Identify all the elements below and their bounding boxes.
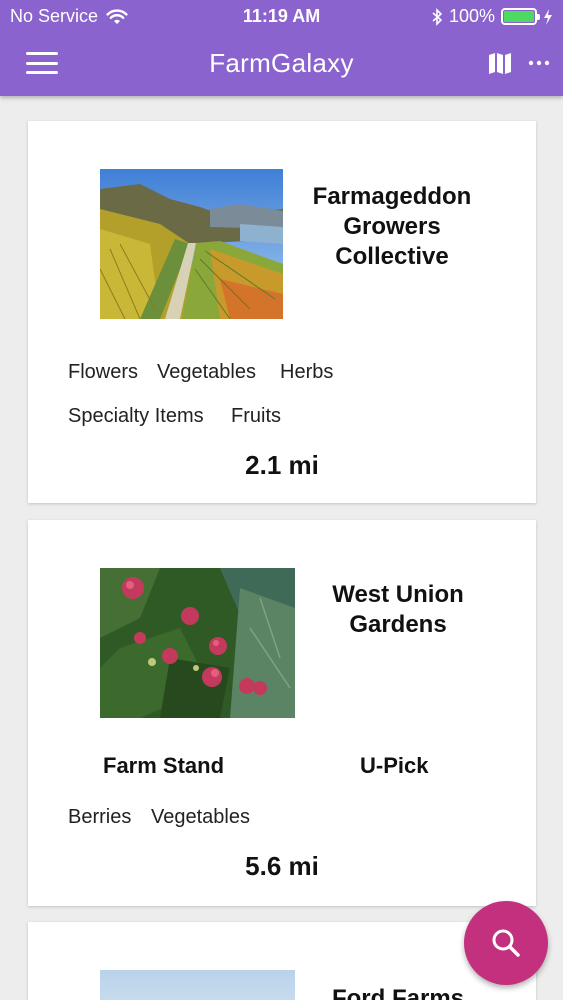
- farm-distance: 5.6 mi: [245, 851, 319, 881]
- farm-name-line: Gardens: [349, 611, 447, 638]
- farm-photo: [100, 568, 295, 718]
- battery-percent: 100%: [448, 6, 495, 26]
- farm-name-line: West Union: [332, 581, 464, 608]
- product-tag: Flowers: [68, 361, 139, 383]
- search-icon: [492, 929, 520, 957]
- app-header: No Service 11:19 AM 100% FarmGalaxy: [0, 0, 563, 96]
- product-tag: Fruits: [231, 405, 281, 427]
- farm-name-line: Farmageddon: [312, 183, 472, 210]
- farm-name-line: Collective: [335, 243, 449, 270]
- product-tag: Berries: [68, 806, 132, 828]
- battery-fill: [504, 11, 534, 22]
- farm-name: Ford Farms: [308, 984, 488, 1000]
- product-tag: Vegetables: [151, 806, 250, 828]
- more-icon[interactable]: [526, 50, 552, 76]
- search-button[interactable]: [464, 901, 548, 985]
- farm-card[interactable]: Farmageddon Growers Collective Flowers V…: [28, 121, 536, 503]
- farm-card[interactable]: Ford Farms: [28, 922, 536, 1000]
- farm-name-line: Growers: [343, 213, 441, 240]
- feature-label: Farm Stand: [103, 753, 225, 778]
- farm-photo: [100, 169, 283, 319]
- battery-icon: [501, 8, 540, 25]
- farm-distance: 2.1 mi: [245, 450, 319, 480]
- farm-card[interactable]: West Union Gardens Farm Stand U-Pick Ber…: [28, 520, 536, 906]
- status-bar: No Service 11:19 AM 100%: [0, 0, 563, 32]
- farm-photo: [100, 970, 295, 1000]
- app-bar: FarmGalaxy: [0, 32, 563, 96]
- product-tag: Specialty Items: [68, 405, 204, 427]
- status-right: 100%: [431, 6, 553, 27]
- farm-name-line: Ford Farms: [331, 985, 465, 1000]
- charging-icon: [544, 8, 552, 25]
- farm-name: West Union Gardens: [308, 580, 488, 640]
- feature-label: U-Pick: [360, 753, 429, 778]
- bluetooth-icon: [432, 7, 443, 26]
- app-title: FarmGalaxy: [209, 48, 354, 78]
- product-tag: Herbs: [280, 361, 334, 383]
- farm-name: Farmageddon Growers Collective: [296, 182, 488, 272]
- map-icon[interactable]: [487, 50, 513, 76]
- product-tag: Vegetables: [157, 361, 256, 383]
